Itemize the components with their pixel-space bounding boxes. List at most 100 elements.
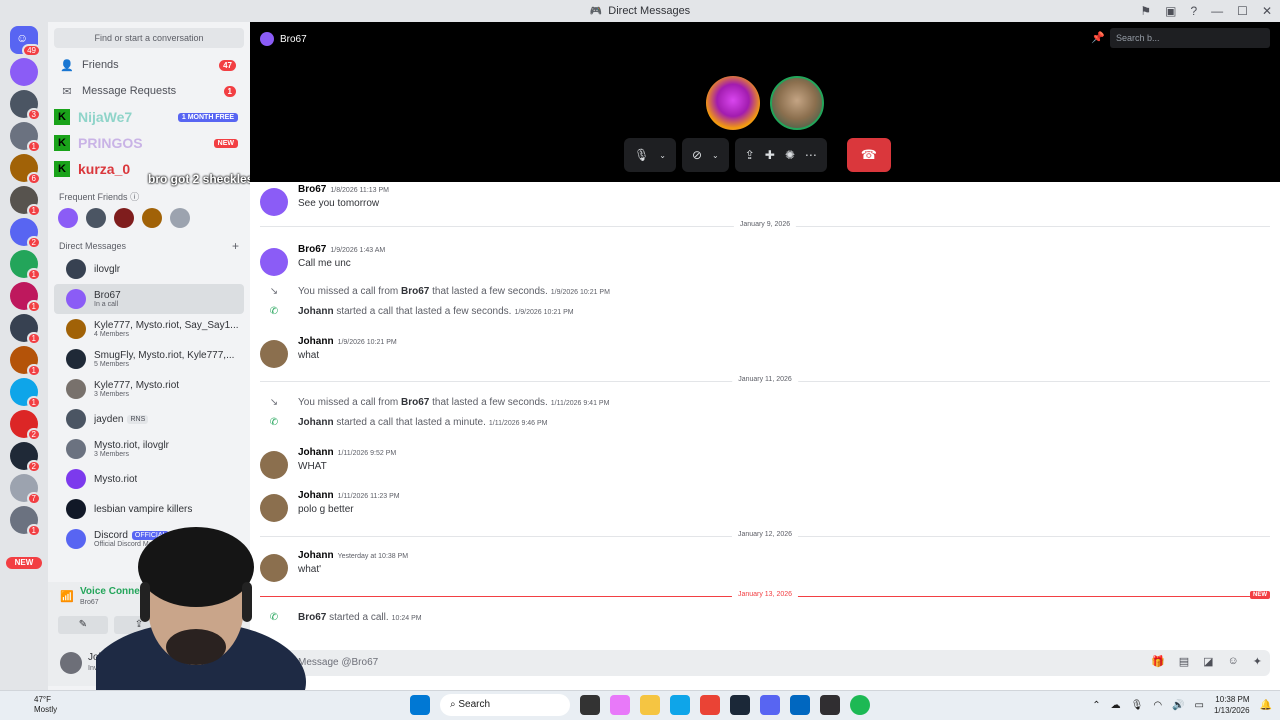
avatar[interactable] [170,208,190,228]
task-view-icon[interactable] [580,695,600,715]
store-icon[interactable] [790,695,810,715]
server-icon[interactable]: 1 [10,346,41,377]
server-icon[interactable]: 1 [10,122,41,153]
server-icon[interactable] [10,58,38,86]
microphone-icon[interactable]: 🎙 [1131,700,1144,711]
new-servers-tag[interactable]: NEW [6,557,42,569]
edge-icon[interactable] [670,695,690,715]
signal-icon[interactable]: 📶 [60,590,74,603]
dm-item[interactable]: SmugFly, Mysto.riot, Kyle777,... 5 Member… [54,344,244,374]
avatar[interactable] [260,188,288,216]
server-icon[interactable]: 2 [10,442,41,473]
camera-off-icon[interactable]: ⊘ [692,148,702,162]
flag-icon[interactable]: ⚑ [1140,4,1151,18]
avatar[interactable] [260,494,288,522]
info-icon[interactable]: ⓘ [130,192,139,202]
maximize-button[interactable]: ☐ [1237,4,1248,18]
system-name[interactable]: Johann [298,306,334,317]
battery-icon[interactable]: ▭ [1195,700,1204,711]
message-author[interactable]: Bro67 [298,184,326,195]
server-icon[interactable]: 6 [10,154,41,185]
steam-icon[interactable] [730,695,750,715]
copilot-icon[interactable] [610,695,630,715]
server-icon[interactable]: 1 [10,314,41,345]
server-icon[interactable]: 1 [10,506,41,537]
friends-nav[interactable]: 👤 Friends 47 [48,52,250,78]
chrome-icon[interactable] [700,695,720,715]
pin-icon[interactable]: 📌 [1091,31,1105,44]
message-author[interactable]: Johann [298,490,334,501]
file-explorer-icon[interactable] [640,695,660,715]
chevron-down-icon[interactable]: ⌄ [659,151,666,160]
gift-icon[interactable]: 🎁 [1151,655,1165,668]
server-icon[interactable]: 3 [10,90,41,121]
more-icon[interactable]: ⋯ [805,148,817,162]
dm-item[interactable]: Mysto.riot [54,464,244,494]
search-input[interactable]: Search b... [1110,28,1270,48]
participant-avatar-bro67[interactable] [706,76,760,130]
dm-item[interactable]: ilovglr [54,254,244,284]
dm-item[interactable]: Kyle777, Mysto.riot 3 Members [54,374,244,404]
gif-icon[interactable]: ▤ [1179,655,1189,668]
weather-widget[interactable]: 47°F Mostly [34,695,57,715]
dm-item[interactable]: Bro67 In a call [54,284,244,314]
server-icon[interactable]: 1 [10,378,41,409]
minimize-button[interactable]: — [1211,4,1223,18]
server-icon[interactable]: 1 [10,250,41,281]
help-icon[interactable]: ? [1190,4,1197,18]
message-author[interactable]: Bro67 [298,244,326,255]
activities-icon[interactable]: ✚ [765,148,775,162]
message-author[interactable]: Johann [298,336,334,347]
notification-icon[interactable]: 🔔 [1260,700,1272,711]
server-icon[interactable]: 7 [10,474,41,505]
avatar[interactable] [58,208,78,228]
apps-icon[interactable]: ✦ [1253,655,1262,668]
screen-share-icon[interactable]: ⇪ [745,148,755,162]
sticker-icon[interactable]: ◪ [1203,655,1213,668]
hang-up-button[interactable]: ☎ [846,138,891,172]
close-button[interactable]: ✕ [1262,4,1272,18]
server-icon[interactable]: 2 [10,218,41,249]
system-name[interactable]: Bro67 [401,397,429,408]
server-icon[interactable]: 1 [10,186,41,217]
avatar[interactable] [260,451,288,479]
volume-icon[interactable]: 🔊 [1172,700,1184,711]
chevron-up-icon[interactable]: ⌃ [1092,700,1100,711]
avatar[interactable] [260,340,288,368]
avatar[interactable] [260,248,288,276]
spotify-icon[interactable] [850,695,870,715]
discord-taskbar-icon[interactable] [760,695,780,715]
system-name[interactable]: Bro67 [401,286,429,297]
avatar[interactable] [142,208,162,228]
promo-item[interactable]: K NijaWe7 1 MONTH FREE [48,104,250,130]
home-button[interactable]: ☺ 49 [10,26,41,57]
avatar[interactable] [114,208,134,228]
obs-icon[interactable] [820,695,840,715]
clock[interactable]: 10:38 PM 1/13/2026 [1214,694,1250,716]
dm-item[interactable]: lesbian vampire killers [54,494,244,524]
server-icon[interactable]: 2 [10,410,41,441]
promo-item[interactable]: K PRINGOS NEW [48,130,250,156]
dm-item[interactable]: Kyle777, Mysto.riot, Say_Say1... 4 Member… [54,314,244,344]
camera-control[interactable]: ⊘ ⌄ [681,138,729,172]
taskbar-search[interactable]: ⌕ Search [440,694,570,716]
message-requests-nav[interactable]: ✉ Message Requests 1 [48,78,250,104]
chevron-down-icon[interactable]: ⌄ [712,151,719,160]
avatar[interactable] [60,652,82,674]
wifi-icon[interactable]: ◠ [1153,700,1162,711]
soundboard-icon[interactable]: ✺ [785,148,795,162]
message-input[interactable]: Message @Bro67 [298,657,378,668]
participant-avatar-johann[interactable] [770,76,824,130]
emoji-icon[interactable]: ☺ [1228,655,1239,668]
message-author[interactable]: Johann [298,447,334,458]
windows-start-icon[interactable] [410,695,430,715]
dm-item[interactable]: jayden RNS [54,404,244,434]
find-conversation-button[interactable]: Find or start a conversation [54,28,244,48]
server-icon[interactable]: 1 [10,282,41,313]
microphone-icon[interactable]: 🎙 [634,148,649,162]
system-name[interactable]: Johann [298,417,334,428]
avatar[interactable] [86,208,106,228]
create-dm-icon[interactable]: + [232,239,239,253]
cloud-icon[interactable]: ☁ [1111,700,1121,711]
mic-control[interactable]: 🎙 ⌄ [624,138,676,172]
